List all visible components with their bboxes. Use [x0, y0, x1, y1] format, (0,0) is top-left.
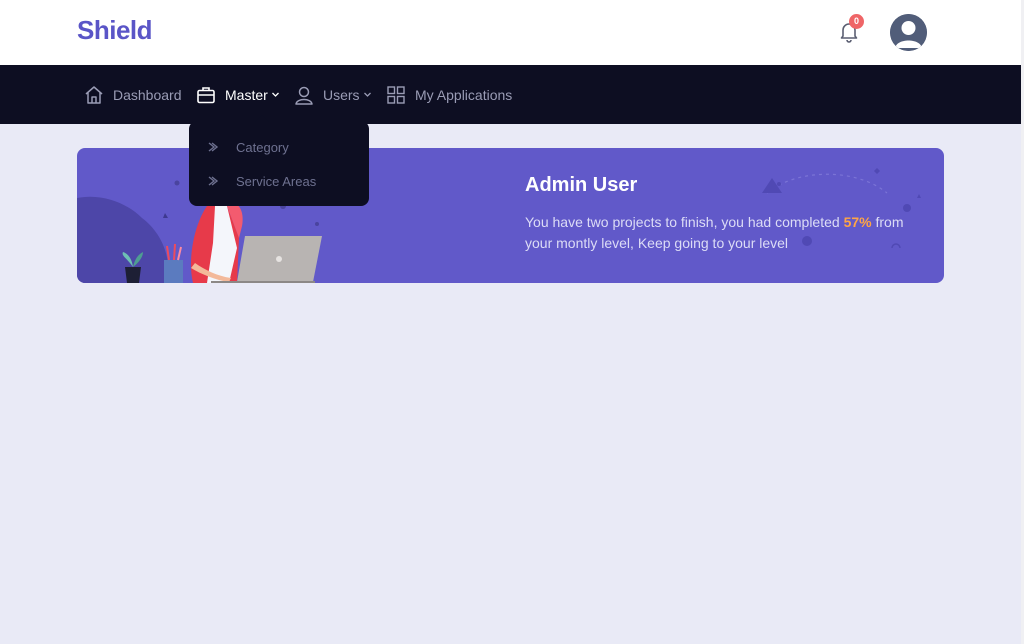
nav-dashboard-label: Dashboard	[113, 86, 182, 103]
notification-count-badge: 0	[849, 14, 864, 29]
dropdown-item-category-label: Category	[236, 139, 289, 155]
banner-message-start: You have two projects to finish, you had…	[525, 214, 844, 230]
dropdown-item-service-areas[interactable]: Service Areas	[207, 171, 357, 191]
dropdown-item-category[interactable]: Category	[207, 137, 357, 157]
chevron-right-icon	[208, 176, 219, 186]
nav-master-label: Master	[225, 86, 268, 103]
nav-my-applications[interactable]: My Applications	[386, 65, 512, 124]
master-dropdown-menu: Category Service Areas	[189, 115, 369, 206]
chevron-right-icon	[208, 142, 219, 152]
briefcase-icon	[197, 86, 215, 103]
grid-icon	[387, 85, 405, 104]
nav-users[interactable]: Users	[294, 65, 372, 124]
top-header: Shield 0	[0, 0, 1024, 65]
home-icon	[85, 85, 103, 104]
chevron-down-icon	[271, 92, 279, 97]
completion-percentage: 57%	[843, 214, 872, 230]
nav-my-applications-label: My Applications	[415, 86, 513, 103]
user-avatar[interactable]	[890, 14, 927, 51]
nav-dashboard[interactable]: Dashboard	[84, 65, 182, 124]
user-avatar-icon	[890, 14, 927, 51]
dropdown-item-service-areas-label: Service Areas	[236, 173, 317, 189]
brand-logo[interactable]: Shield	[77, 15, 153, 46]
user-icon	[295, 86, 313, 105]
chevron-down-icon	[363, 92, 371, 97]
main-navbar: Dashboard Master Users My Applications	[0, 65, 1021, 124]
nav-users-label: Users	[323, 86, 360, 103]
banner-message: You have two projects to finish, you had…	[525, 212, 925, 254]
banner-title: Admin User	[525, 174, 638, 196]
